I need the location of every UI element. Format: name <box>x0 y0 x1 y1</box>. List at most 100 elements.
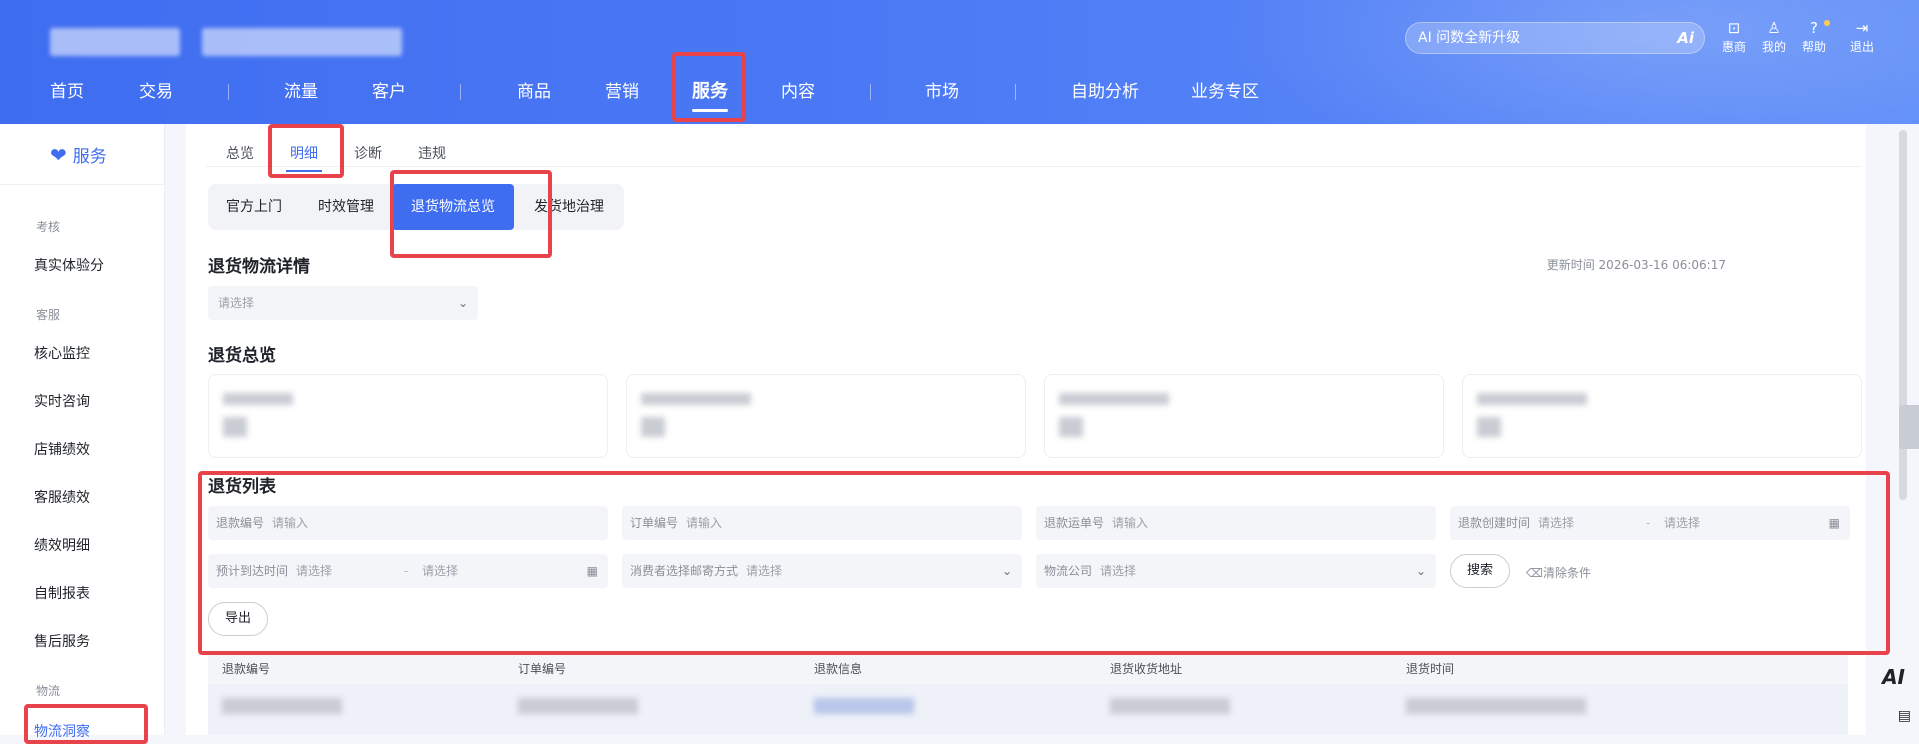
blurred-metric-label <box>1059 393 1169 405</box>
overview-title: 退货总览 <box>208 346 276 366</box>
sidebar-item-store-performance[interactable]: 店铺绩效 <box>34 439 90 459</box>
blurred-metric-label <box>641 393 751 405</box>
logout-icon: ⇥ <box>1855 19 1869 37</box>
chevron-down-icon: ⌄ <box>457 296 468 310</box>
table-row[interactable] <box>208 684 1848 735</box>
ai-icon: Ai <box>1677 29 1694 47</box>
sidebar-item-performance-detail[interactable]: 绩效明细 <box>34 535 90 555</box>
ship-method-select[interactable]: 消费者选择邮寄方式 请选择 ⌄ <box>622 554 1022 588</box>
nav-divider <box>1015 84 1016 100</box>
overview-card <box>1462 374 1862 458</box>
bag-icon: ⊡ <box>1727 19 1741 37</box>
blurred-metric-value <box>1059 417 1083 437</box>
chevron-down-icon: ⌄ <box>1001 564 1012 578</box>
sidebar-group-label: 物流 <box>36 684 61 698</box>
blurred-cell <box>1110 698 1230 714</box>
sidebar-item-custom-report[interactable]: 自制报表 <box>34 583 90 603</box>
tab-detail[interactable]: 明细 <box>286 134 322 174</box>
search-button[interactable]: 搜索 <box>1450 554 1510 588</box>
expected-arrival-range[interactable]: 预计到达时间 请选择 - 请选择 ▦ <box>208 554 608 588</box>
tool-help[interactable]: ? 帮助 <box>1794 18 1834 55</box>
table-header: 退款编号 订单编号 退款信息 退货收货地址 退货时间 <box>208 654 1848 684</box>
tool-label: 退出 <box>1849 40 1874 54</box>
store-logo-blurred <box>50 28 180 56</box>
main-panel: 总览 明细 诊断 违规 官方上门 时效管理 退货物流总览 发货地治理 退货物流详… <box>186 124 1866 735</box>
overview-card <box>1044 374 1444 458</box>
tabs-divider <box>206 166 1861 167</box>
blurred-metric-value <box>223 417 247 437</box>
clear-filters-button[interactable]: ⌫清除条件 <box>1526 564 1591 581</box>
sidebar-item-logistics-insight[interactable]: 物流洞察 <box>34 721 90 741</box>
order-no-input[interactable]: 订单编号 请输入 <box>622 506 1022 540</box>
nav-marketing[interactable]: 营销 <box>605 70 639 114</box>
heart-icon: ❤ <box>50 143 67 167</box>
top-header: 首页 交易 流量 客户 商品 营销 服务 内容 市场 自助分析 业务专区 AI … <box>0 0 1919 124</box>
column-header: 退货时间 <box>1406 662 1455 676</box>
column-header: 订单编号 <box>518 662 567 676</box>
carrier-select[interactable]: 物流公司 请选择 ⌄ <box>1036 554 1436 588</box>
sidebar-group-label: 考核 <box>36 220 61 234</box>
nav-trade[interactable]: 交易 <box>139 70 173 114</box>
nav-home[interactable]: 首页 <box>50 70 84 114</box>
tab-diagnose[interactable]: 诊断 <box>354 134 382 174</box>
nav-product[interactable]: 商品 <box>517 70 551 114</box>
sidebar-item-core-monitor[interactable]: 核心监控 <box>34 343 90 363</box>
ai-assistant-icon[interactable]: AI <box>1882 665 1905 689</box>
sidebar-item-after-sales[interactable]: 售后服务 <box>34 631 90 651</box>
scroll-handle[interactable] <box>1899 405 1919 449</box>
sidebar-group-label: 客服 <box>36 308 61 322</box>
calendar-icon: ▦ <box>1828 516 1840 530</box>
nav-content[interactable]: 内容 <box>781 70 815 114</box>
help-icon: ? <box>1810 19 1818 37</box>
nav-business-zone[interactable]: 业务专区 <box>1191 70 1259 114</box>
blurred-metric-value <box>1477 417 1501 437</box>
ai-search-box[interactable]: AI 问数全新升级 Ai <box>1405 22 1705 54</box>
overview-card <box>626 374 1026 458</box>
sidebar-item-realtime-consult[interactable]: 实时咨询 <box>34 391 90 411</box>
refund-created-range[interactable]: 退款创建时间 请选择 - 请选择 ▦ <box>1450 506 1850 540</box>
return-waybill-input[interactable]: 退款运单号 请输入 <box>1036 506 1436 540</box>
refund-no-input[interactable]: 退款编号 请输入 <box>208 506 608 540</box>
blurred-metric-label <box>1477 393 1587 405</box>
nav-customer[interactable]: 客户 <box>372 70 406 114</box>
sidebar-title: ❤ 服务 <box>50 143 107 167</box>
tool-label: 惠商 <box>1721 40 1746 54</box>
blurred-cell <box>814 698 914 714</box>
nav-market[interactable]: 市场 <box>925 70 959 114</box>
tool-huishang[interactable]: ⊡ 惠商 <box>1714 18 1754 55</box>
nav-self-analysis[interactable]: 自助分析 <box>1071 70 1139 114</box>
tool-label: 我的 <box>1761 40 1786 54</box>
segment-origin-governance[interactable]: 发货地治理 <box>514 184 624 230</box>
column-header: 退款编号 <box>222 662 271 676</box>
column-header: 退货收货地址 <box>1110 662 1183 676</box>
detail-select[interactable]: 请选择 ⌄ <box>208 286 478 320</box>
blurred-cell <box>1406 698 1586 714</box>
sidebar-item-cs-performance[interactable]: 客服绩效 <box>34 487 90 507</box>
tool-label: 帮助 <box>1801 40 1826 54</box>
blurred-metric-label <box>223 393 293 405</box>
tab-violation[interactable]: 违规 <box>418 134 446 174</box>
update-time: 更新时间 2026-03-16 06:06:17 <box>1546 258 1726 272</box>
tool-logout[interactable]: ⇥ 退出 <box>1842 18 1882 55</box>
document-icon[interactable]: ▤ <box>1898 708 1911 724</box>
nav-divider <box>228 84 229 100</box>
sidebar-item-experience-score[interactable]: 真实体验分 <box>34 255 104 275</box>
nav-traffic[interactable]: 流量 <box>284 70 318 114</box>
blurred-metric-value <box>641 417 665 437</box>
segment-control: 官方上门 时效管理 退货物流总览 发货地治理 <box>208 184 624 230</box>
sidebar-divider <box>0 184 165 185</box>
export-button[interactable]: 导出 <box>208 602 268 636</box>
tool-mine[interactable]: ♙ 我的 <box>1754 18 1794 55</box>
nav-divider <box>870 84 871 100</box>
detail-title: 退货物流详情 <box>208 257 310 277</box>
segment-timeliness[interactable]: 时效管理 <box>300 184 392 230</box>
segment-return-logistics-overview[interactable]: 退货物流总览 <box>392 184 514 230</box>
eraser-icon: ⌫ <box>1526 566 1543 580</box>
notification-dot <box>1824 20 1830 26</box>
segment-official-pickup[interactable]: 官方上门 <box>208 184 300 230</box>
nav-divider <box>460 84 461 100</box>
tab-overview[interactable]: 总览 <box>226 134 254 174</box>
ai-search-text: AI 问数全新升级 <box>1418 30 1521 46</box>
nav-service[interactable]: 服务 <box>692 70 728 114</box>
calendar-icon: ▦ <box>586 564 598 578</box>
